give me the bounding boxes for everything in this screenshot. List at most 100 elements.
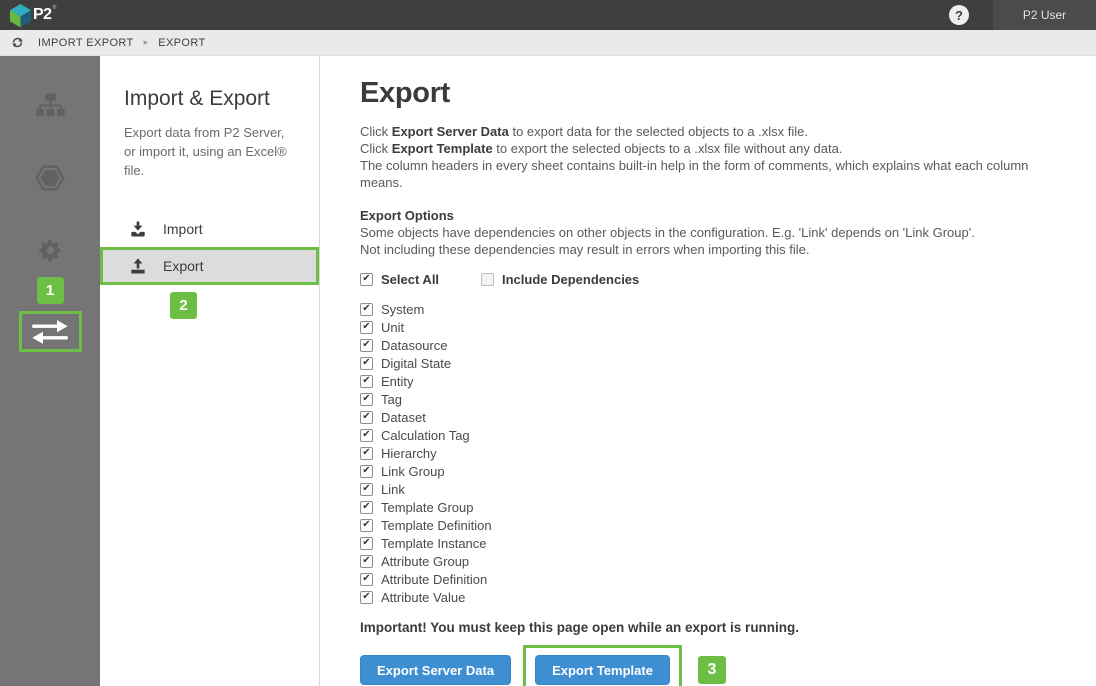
help-icon[interactable]: ?	[949, 5, 969, 25]
important-note: Important! You must keep this page open …	[360, 620, 800, 635]
breadcrumb-current: EXPORT	[158, 36, 206, 49]
object-checkbox[interactable]	[360, 500, 373, 514]
export-template-button[interactable]: Export Template	[535, 655, 670, 685]
object-checkbox[interactable]	[360, 374, 373, 388]
export-options-heading: Export Options	[360, 208, 454, 223]
object-checkbox-label: Entity	[381, 373, 414, 389]
object-checkbox-label: Link	[381, 481, 405, 497]
select-all-label: Select All	[381, 271, 440, 287]
object-checkbox-label: Unit	[381, 319, 405, 335]
object-checkbox-label: Template Group	[381, 499, 474, 515]
object-checkbox-row[interactable]: Attribute Definition	[360, 570, 1056, 588]
object-checkbox[interactable]	[360, 410, 373, 424]
refresh-icon[interactable]	[10, 35, 26, 51]
p2-logo: P2 ®	[9, 3, 56, 28]
object-checkbox-row[interactable]: Calculation Tag	[360, 426, 1056, 444]
intro-line: Click Export Template to export the sele…	[360, 141, 843, 156]
object-checkbox-row[interactable]: Datasource	[360, 336, 1056, 354]
breadcrumb-separator-icon: ▸	[143, 37, 149, 47]
object-checkbox-row[interactable]: Tag	[360, 390, 1056, 408]
import-download-icon	[131, 221, 145, 237]
object-checkbox-label: Attribute Group	[381, 553, 470, 569]
page-title: Export	[360, 77, 451, 109]
object-checkbox-row[interactable]: Dataset	[360, 408, 1056, 426]
object-checkbox-row[interactable]: Unit	[360, 318, 1056, 336]
object-checkbox-row[interactable]: Template Instance	[360, 534, 1056, 552]
object-checkbox[interactable]	[360, 356, 373, 370]
object-checkbox[interactable]	[360, 482, 373, 496]
menu-item-export[interactable]: Export	[100, 247, 319, 285]
menu-item-import[interactable]: Import	[100, 211, 319, 247]
object-checkbox[interactable]	[360, 338, 373, 352]
top-bar: P2 ® ? P2 User	[0, 0, 1096, 30]
export-buttons-row: Export Server Data Export Template 3	[360, 645, 1056, 686]
transfer-arrows-icon	[32, 319, 68, 344]
object-checkbox-row[interactable]: Link Group	[360, 462, 1056, 480]
step-badge-2: 2	[170, 292, 197, 319]
import-export-panel: Import & Export Export data from P2 Serv…	[100, 56, 320, 686]
step-badge-3: 3	[697, 656, 726, 684]
intro-line: Click Export Server Data to export data …	[360, 124, 809, 139]
import-export-nav-highlight[interactable]	[18, 311, 82, 352]
breadcrumb-root[interactable]: IMPORT EXPORT	[38, 37, 134, 49]
object-checkbox-label: Link Group	[381, 463, 445, 479]
gear-icon[interactable]	[37, 237, 64, 264]
object-checkbox-label: Datasource	[381, 337, 448, 353]
object-checkbox[interactable]	[360, 428, 373, 442]
hierarchy-icon[interactable]	[35, 91, 66, 122]
object-checkbox-label: Attribute Value	[381, 589, 466, 605]
panel-menu: Import Export	[100, 211, 319, 285]
object-checkbox-row[interactable]: System	[360, 300, 1056, 318]
object-checkbox-label: Calculation Tag	[381, 427, 470, 443]
object-checkbox[interactable]	[360, 590, 373, 604]
object-checkbox-row[interactable]: Template Group	[360, 498, 1056, 516]
object-checkbox-row[interactable]: Attribute Value	[360, 588, 1056, 606]
object-checkbox-label: Digital State	[381, 355, 452, 371]
object-checkbox[interactable]	[360, 554, 373, 568]
include-dependencies-label: Include Dependencies	[502, 271, 640, 287]
object-checkbox-label: System	[381, 301, 425, 317]
user-menu[interactable]: P2 User	[993, 0, 1096, 30]
object-checkbox-row[interactable]: Attribute Group	[360, 552, 1056, 570]
options-note-line: Some objects have dependencies on other …	[360, 225, 975, 240]
object-checkbox[interactable]	[360, 446, 373, 460]
hexagon-icon[interactable]	[34, 162, 66, 194]
object-checkbox[interactable]	[360, 572, 373, 586]
object-checkbox[interactable]	[360, 518, 373, 532]
object-checkbox-row[interactable]: Template Definition	[360, 516, 1056, 534]
menu-item-import-label: Import	[163, 221, 203, 237]
options-note-line: Not including these dependencies may res…	[360, 242, 810, 257]
include-dependencies-option[interactable]: Include Dependencies	[481, 272, 639, 287]
object-checkbox-row[interactable]: Digital State	[360, 354, 1056, 372]
menu-item-export-label: Export	[163, 258, 204, 274]
object-checkbox[interactable]	[360, 320, 373, 334]
app-window: P2 ® ? P2 User IMPORT EXPORT ▸ EXPORT 1 …	[0, 0, 1096, 686]
intro-line: The column headers in every sheet contai…	[360, 158, 1029, 190]
select-all-checkbox[interactable]	[360, 272, 373, 286]
export-server-data-button[interactable]: Export Server Data	[360, 655, 512, 685]
include-dependencies-checkbox[interactable]	[481, 272, 494, 286]
logo-registered-mark: ®	[52, 4, 57, 11]
object-checkbox-list: System Unit Datasource Digital State Ent…	[360, 300, 1056, 606]
object-checkbox-row[interactable]: Hierarchy	[360, 444, 1056, 462]
object-checkbox-row[interactable]: Entity	[360, 372, 1056, 390]
object-checkbox[interactable]	[360, 392, 373, 406]
export-upload-icon	[131, 258, 145, 274]
object-checkbox[interactable]	[360, 302, 373, 316]
intro-text: Click Export Server Data to export data …	[360, 123, 1056, 191]
select-all-option[interactable]: Select All	[360, 272, 481, 287]
object-checkbox[interactable]	[360, 536, 373, 550]
p2-logo-cube-icon	[9, 3, 32, 27]
logo-text: P2	[33, 5, 52, 23]
object-checkbox-label: Hierarchy	[381, 445, 437, 461]
breadcrumb-bar: IMPORT EXPORT ▸ EXPORT	[0, 30, 1096, 56]
export-template-highlight: Export Template	[523, 645, 682, 686]
object-checkbox-row[interactable]: Link	[360, 480, 1056, 498]
panel-description: Export data from P2 Server, or import it…	[124, 125, 287, 178]
object-checkbox-label: Dataset	[381, 409, 426, 425]
object-checkbox-label: Tag	[381, 391, 402, 407]
object-checkbox[interactable]	[360, 464, 373, 478]
content-area: 1 Import & Export Export data from P2 Se…	[0, 56, 1096, 686]
left-sidebar: 1	[0, 56, 100, 686]
options-row: Select All Include Dependencies	[360, 270, 1056, 288]
